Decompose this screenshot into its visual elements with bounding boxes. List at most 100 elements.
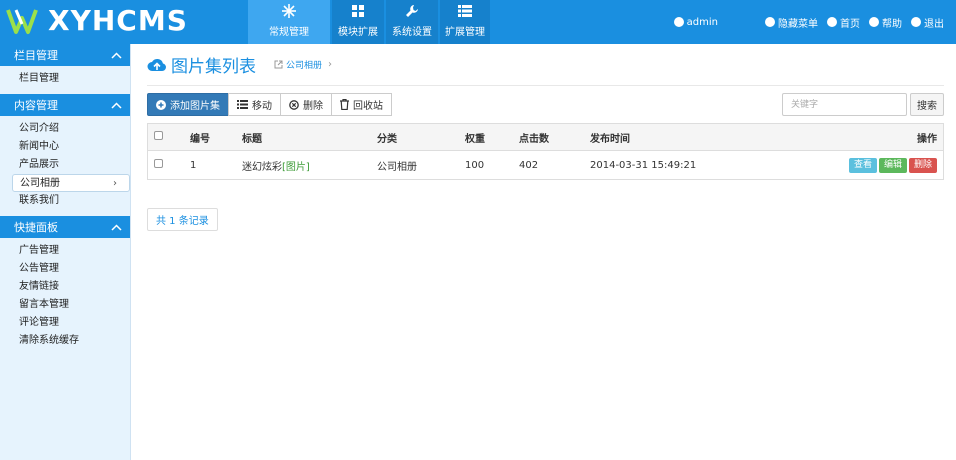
nav-settings[interactable]: 系统设置	[386, 0, 438, 44]
cell-clicks: 402	[519, 159, 539, 171]
wrench-icon	[405, 4, 419, 18]
main-content: 图片集列表 公司相册 › 添加图片集 移动 删除 回收站 关键字 搜索 编号 标…	[147, 44, 944, 231]
sidebar-item-notices[interactable]: 公告管理	[0, 260, 130, 278]
sidebar-item-label: 公司相册	[20, 178, 60, 189]
logout-icon	[911, 17, 921, 27]
table-row: 1 迷幻炫彩[图片] 公司相册 100 402 2014-03-31 15:49…	[148, 151, 943, 179]
breadcrumb: 公司相册 ›	[274, 58, 332, 71]
sidebar-group-shortcuts[interactable]: 快捷面板	[0, 216, 130, 238]
sidebar-item-comments[interactable]: 评论管理	[0, 314, 130, 332]
edit-button[interactable]: 编辑	[878, 157, 907, 173]
help-link[interactable]: 帮助	[869, 15, 902, 30]
user-menu[interactable]: admin	[673, 17, 718, 28]
add-album-button[interactable]: 添加图片集	[147, 93, 229, 116]
home-link[interactable]: 首页	[827, 15, 860, 30]
table-header: 编号 标题 分类 权重 点击数 发布时间 操作	[148, 124, 943, 151]
sidebar-item-contact[interactable]: 联系我们	[0, 192, 130, 210]
row-delete-button[interactable]: 删除	[908, 157, 937, 173]
breadcrumb-separator-icon: ›	[328, 59, 333, 70]
sidebar-group-column-items: 栏目管理	[0, 66, 130, 94]
grid-icon	[352, 4, 364, 18]
sidebar-item-clear-cache[interactable]: 清除系统缓存	[0, 332, 130, 350]
nav-extensions[interactable]: 扩展管理	[440, 0, 490, 44]
menu-circle-icon	[765, 17, 775, 27]
sidebar-item-guestbook[interactable]: 留言本管理	[0, 296, 130, 314]
keyword-input[interactable]	[782, 93, 907, 116]
cell-title: 迷幻炫彩[图片]	[242, 158, 377, 173]
nav-general[interactable]: 常规管理	[248, 0, 330, 44]
sidebar-group-title: 快捷面板	[14, 221, 58, 234]
chevron-up-icon	[111, 223, 122, 231]
nav-modules[interactable]: 模块扩展	[332, 0, 384, 44]
sidebar-item-links[interactable]: 友情链接	[0, 278, 130, 296]
cell-id: 1	[190, 159, 197, 171]
sidebar-group-shortcuts-items: 广告管理 公告管理 友情链接 留言本管理 评论管理 清除系统缓存	[0, 238, 130, 356]
sidebar-item-album[interactable]: 公司相册 ›	[12, 174, 130, 192]
snowflake-icon	[282, 4, 296, 18]
add-album-label: 添加图片集	[170, 101, 220, 112]
page-header: 图片集列表 公司相册 ›	[147, 44, 944, 86]
recycle-bin-label: 回收站	[353, 101, 383, 112]
logout-link[interactable]: 退出	[911, 15, 944, 30]
nav-modules-label: 模块扩展	[338, 27, 378, 38]
cell-category: 公司相册	[377, 161, 417, 173]
select-all-cell	[148, 131, 190, 143]
sidebar-item-products[interactable]: 产品展示	[0, 156, 130, 174]
logo: XYHCMS	[6, 4, 188, 38]
list-icon	[237, 100, 248, 109]
row-title-link[interactable]: 迷幻炫彩	[242, 162, 282, 173]
help-label: 帮助	[882, 18, 902, 30]
header-clicks: 点击数	[519, 133, 549, 145]
breadcrumb-link[interactable]: 公司相册	[286, 58, 322, 71]
sidebar-group-column[interactable]: 栏目管理	[0, 44, 130, 66]
select-all-checkbox[interactable]	[154, 131, 163, 140]
header-category: 分类	[377, 133, 397, 145]
nav-settings-label: 系统设置	[392, 27, 432, 38]
cell-time: 2014-03-31 15:49:21	[590, 159, 697, 171]
hide-menu-link[interactable]: 隐藏菜单	[765, 15, 818, 30]
row-select-cell	[148, 159, 190, 171]
cell-weight: 100	[465, 159, 485, 171]
cell-ops: 查看 编辑 删除	[823, 157, 943, 173]
delete-label: 删除	[303, 101, 323, 112]
image-tag: [图片]	[282, 161, 310, 173]
view-button[interactable]: 查看	[848, 157, 877, 173]
search-button[interactable]: 搜索	[910, 93, 944, 116]
help-icon	[869, 17, 879, 27]
move-label: 移动	[252, 101, 272, 112]
move-button[interactable]: 移动	[228, 93, 281, 116]
nav-general-label: 常规管理	[269, 27, 309, 38]
sidebar-item-company-intro[interactable]: 公司介绍	[0, 120, 130, 138]
header-ops: 操作	[917, 133, 937, 145]
logo-mark-icon	[6, 9, 38, 34]
sidebar-group-content[interactable]: 内容管理	[0, 94, 130, 116]
recycle-bin-button[interactable]: 回收站	[331, 93, 392, 116]
remove-circle-icon	[289, 99, 299, 110]
sidebar-group-title: 内容管理	[14, 99, 58, 112]
row-checkbox[interactable]	[154, 159, 163, 168]
chevron-right-icon: ›	[113, 178, 117, 189]
header-title: 标题	[242, 133, 262, 145]
page-title: 图片集列表	[171, 57, 256, 77]
trash-icon	[340, 99, 349, 110]
home-icon	[827, 17, 837, 27]
sidebar-item-ads[interactable]: 广告管理	[0, 242, 130, 260]
sidebar-group-title: 栏目管理	[14, 49, 58, 62]
header-time: 发布时间	[590, 133, 630, 145]
toolbar: 添加图片集 移动 删除 回收站	[147, 93, 392, 116]
search-bar: 搜索	[782, 93, 944, 116]
sidebar: 栏目管理 栏目管理 内容管理 公司介绍 新闻中心 产品展示 公司相册 › 联系我…	[0, 44, 131, 460]
hide-menu-label: 隐藏菜单	[778, 18, 818, 30]
sidebar-item-news[interactable]: 新闻中心	[0, 138, 130, 156]
logo-text: XYHCMS	[48, 4, 188, 37]
list-icon	[458, 4, 472, 18]
top-nav: 常规管理 模块扩展 系统设置 扩展管理	[248, 0, 492, 44]
album-table: 编号 标题 分类 权重 点击数 发布时间 操作 1 迷幻炫彩[图片] 公司相册 …	[147, 123, 944, 180]
logout-label: 退出	[924, 18, 944, 30]
top-right-bar: admin 隐藏菜单 首页 帮助 退出	[665, 0, 944, 44]
record-count: 共 1 条记录	[147, 208, 218, 231]
sidebar-group-content-items: 公司介绍 新闻中心 产品展示 公司相册 › 联系我们	[0, 116, 130, 216]
share-icon	[274, 60, 283, 69]
sidebar-item-column-manage[interactable]: 栏目管理	[0, 70, 130, 88]
delete-button[interactable]: 删除	[280, 93, 332, 116]
